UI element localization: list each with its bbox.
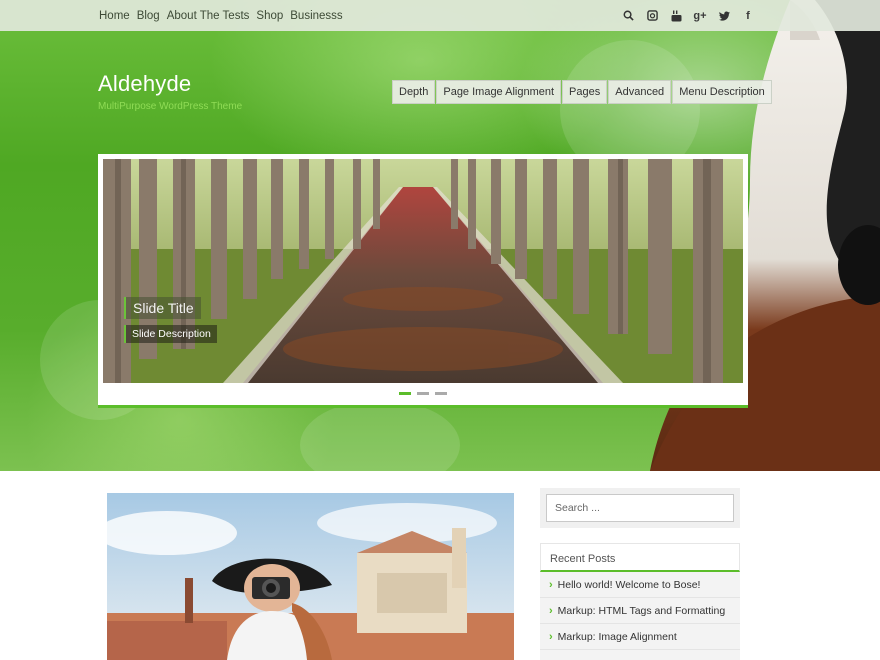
site-title[interactable]: Aldehyde (98, 71, 191, 97)
chevron-right-icon: › (549, 631, 553, 643)
search-widget (540, 488, 740, 528)
nav-business[interactable]: Businesss (290, 10, 342, 22)
recent-post-link[interactable]: Markup: Image Alignment (558, 630, 677, 644)
slider-dot-3[interactable] (435, 392, 447, 395)
top-bar: Home Blog About The Tests Shop Businesss… (0, 0, 880, 31)
list-item[interactable]: › Markup: Image Alignment (540, 624, 740, 650)
slide-description: Slide Description (124, 325, 217, 343)
slider-dot-1[interactable] (399, 392, 411, 395)
slider-pagination (399, 392, 447, 395)
search-icon[interactable] (622, 10, 634, 22)
menu-item-page-image-alignment[interactable]: Page Image Alignment (436, 80, 562, 104)
tree-lined-road-photo (103, 159, 743, 383)
menu-item-depth[interactable]: Depth (392, 80, 436, 104)
photographer-photo (107, 493, 514, 660)
recent-posts-widget: Recent Posts › Hello world! Welcome to B… (540, 543, 740, 660)
menu-item-pages[interactable]: Pages (562, 80, 608, 104)
site-tagline: MultiPurpose WordPress Theme (98, 101, 243, 112)
slide-image[interactable] (103, 159, 743, 383)
image-slider: Slide Title Slide Description (98, 154, 748, 408)
main-menu: Depth Page Image Alignment Pages Advance… (392, 80, 772, 104)
slide-title: Slide Title (124, 297, 201, 319)
post-featured-image[interactable] (107, 493, 514, 660)
recent-posts-title: Recent Posts (540, 543, 740, 572)
chevron-right-icon: › (549, 579, 553, 591)
nav-shop[interactable]: Shop (256, 10, 283, 22)
list-item[interactable]: › Markup: HTML Tags and Formatting (540, 598, 740, 624)
list-item[interactable]: › Hello world! Welcome to Bose! (540, 572, 740, 598)
top-navigation: Home Blog About The Tests Shop Businesss (99, 0, 343, 31)
twitter-icon[interactable] (718, 10, 730, 22)
nav-blog[interactable]: Blog (137, 10, 160, 22)
social-links: g+ f (622, 0, 754, 31)
menu-item-menu-description[interactable]: Menu Description (672, 80, 772, 104)
recent-post-link[interactable]: Markup: HTML Tags and Formatting (558, 604, 725, 618)
google-plus-icon[interactable]: g+ (693, 10, 706, 22)
facebook-icon[interactable]: f (742, 10, 754, 22)
nav-about-the-tests[interactable]: About The Tests (167, 10, 250, 22)
youtube-icon[interactable] (670, 10, 682, 22)
chevron-right-icon: › (549, 605, 553, 617)
recent-posts-list: › Hello world! Welcome to Bose! › Markup… (540, 572, 740, 650)
search-input[interactable] (546, 494, 734, 522)
menu-item-advanced[interactable]: Advanced (608, 80, 672, 104)
slider-dot-2[interactable] (417, 392, 429, 395)
instagram-icon[interactable] (646, 10, 658, 22)
bokeh-light (300, 400, 460, 471)
nav-home[interactable]: Home (99, 10, 130, 22)
recent-post-link[interactable]: Hello world! Welcome to Bose! (558, 578, 701, 592)
